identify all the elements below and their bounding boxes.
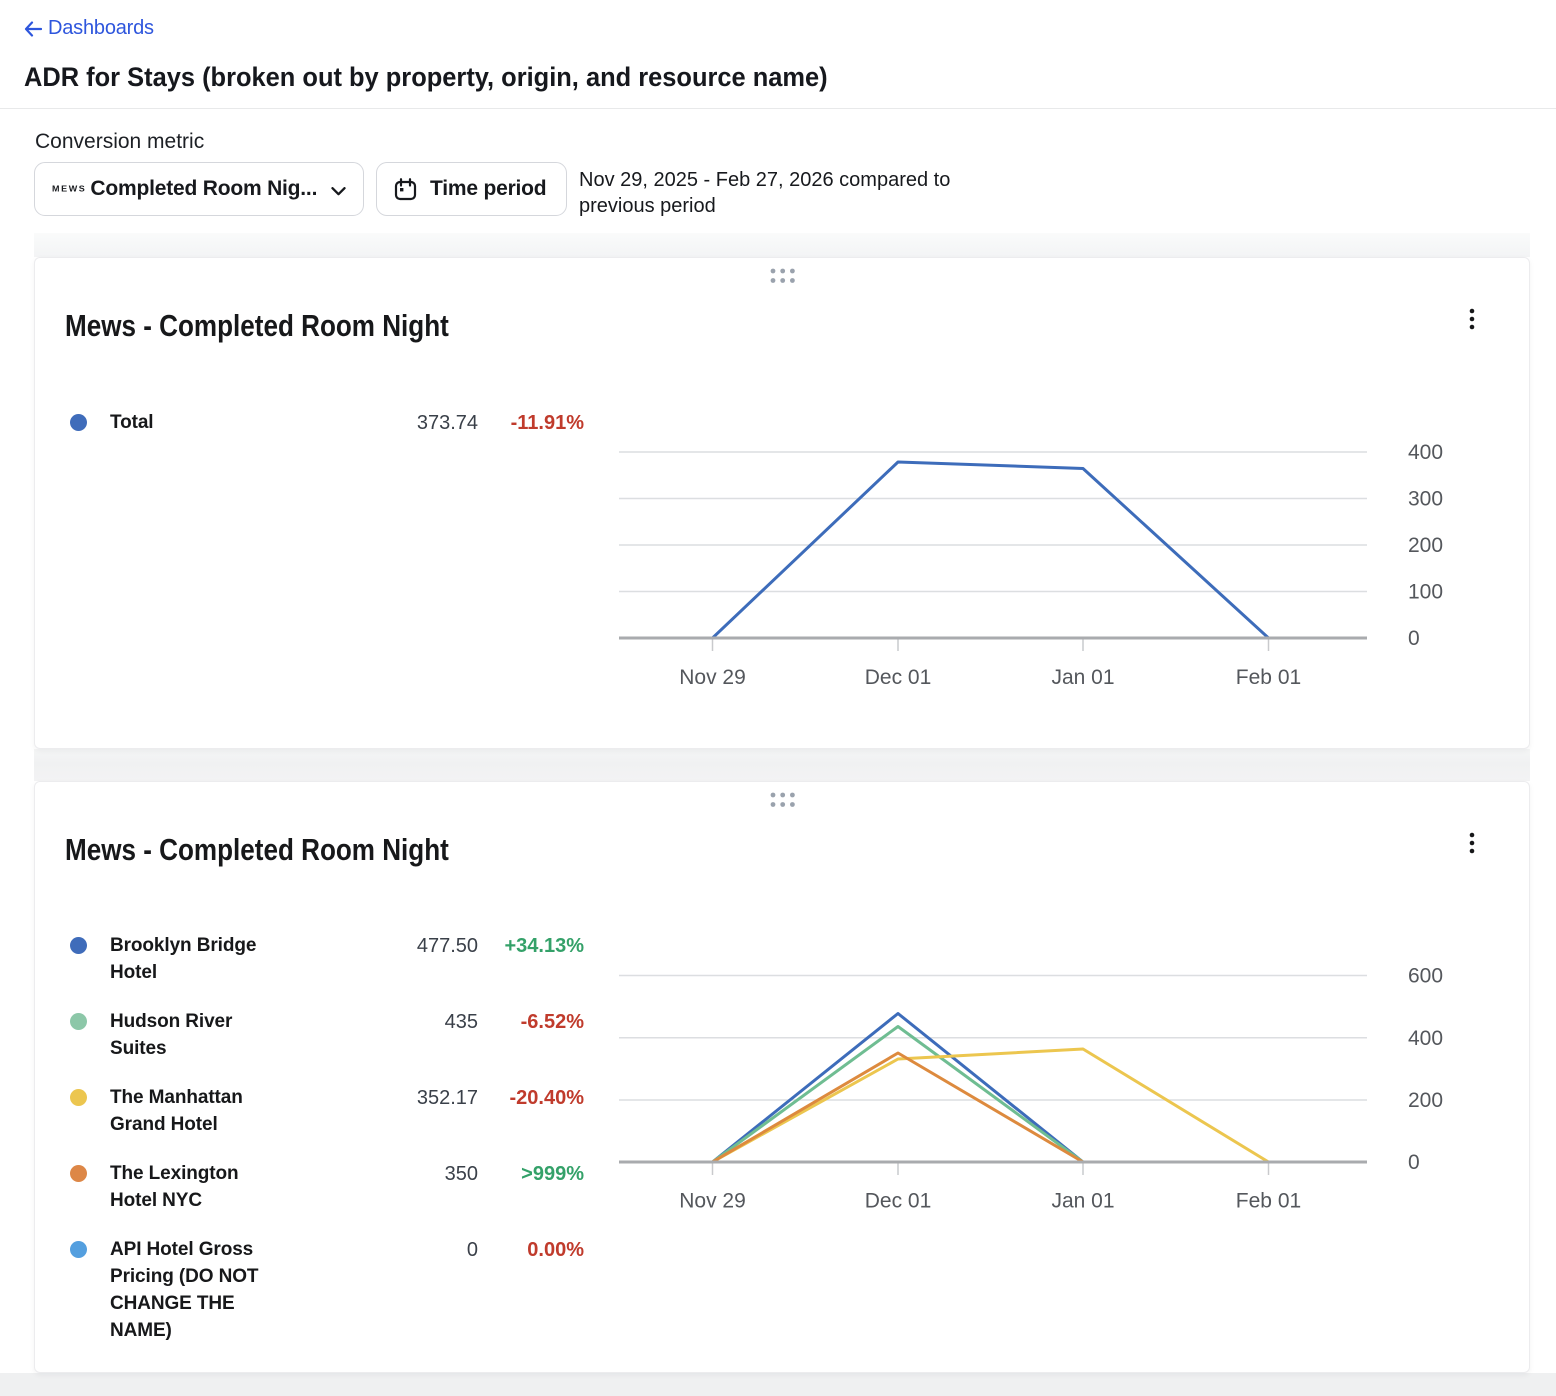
svg-text:Nov 29: Nov 29	[679, 666, 746, 689]
svg-text:100: 100	[1408, 581, 1443, 604]
svg-text:Dec 01: Dec 01	[865, 666, 932, 689]
svg-text:200: 200	[1408, 534, 1443, 557]
svg-text:Jan 01: Jan 01	[1051, 666, 1114, 689]
svg-text:0: 0	[1408, 1151, 1420, 1174]
svg-text:600: 600	[1408, 965, 1443, 988]
svg-text:400: 400	[1408, 1027, 1443, 1050]
svg-text:400: 400	[1408, 441, 1443, 464]
svg-text:300: 300	[1408, 488, 1443, 511]
svg-text:Jan 01: Jan 01	[1051, 1190, 1114, 1213]
svg-text:Nov 29: Nov 29	[679, 1190, 746, 1213]
svg-text:Feb 01: Feb 01	[1236, 1190, 1301, 1213]
svg-text:Feb 01: Feb 01	[1236, 666, 1301, 689]
svg-text:0: 0	[1408, 627, 1420, 650]
svg-text:Dec 01: Dec 01	[865, 1190, 932, 1213]
svg-text:200: 200	[1408, 1089, 1443, 1112]
